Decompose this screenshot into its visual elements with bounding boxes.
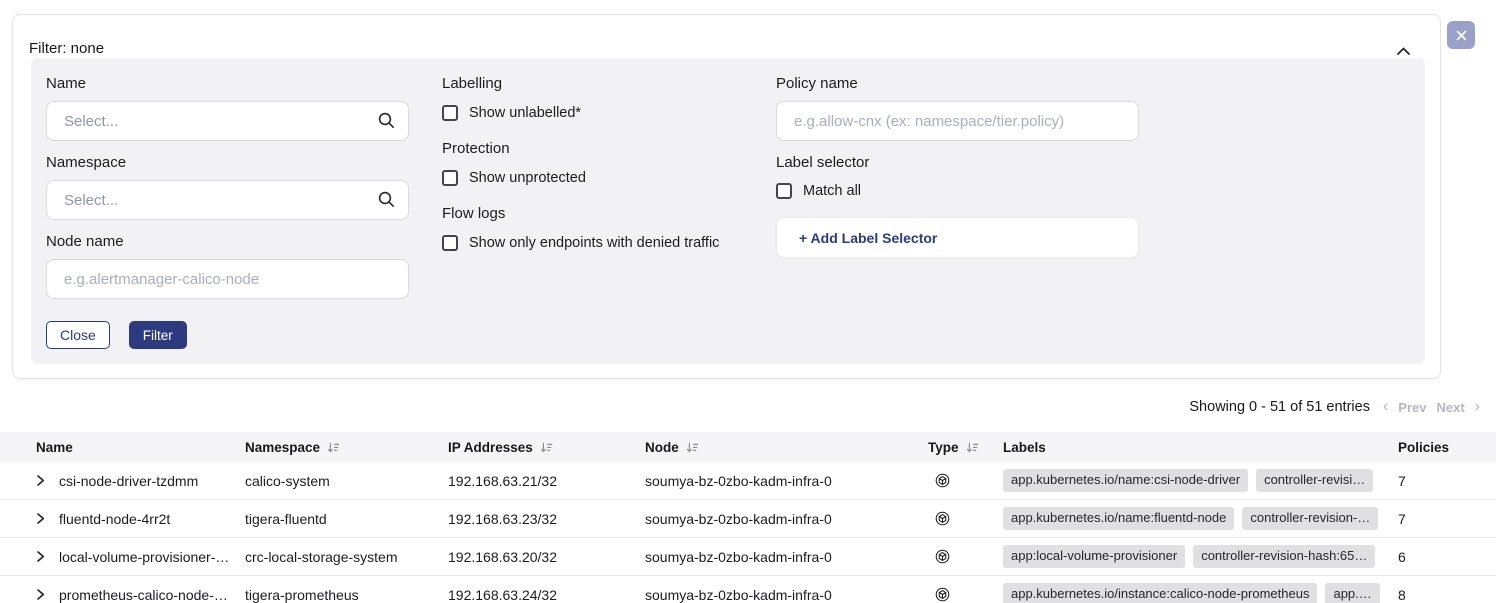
node-name-input[interactable]	[46, 259, 409, 299]
endpoint-namespace: crc-local-storage-system	[245, 549, 448, 565]
endpoint-policies-count: 6	[1388, 549, 1496, 565]
prev-page-button[interactable]: Prev	[1398, 400, 1426, 415]
namespace-field-label: Namespace	[46, 154, 409, 174]
endpoint-node: soumya-bz-0zbo-kadm-infra-0	[645, 473, 928, 489]
filter-panel: Filter: none Name Namespace	[12, 14, 1441, 379]
prev-chevron-icon: ‹	[1383, 399, 1388, 415]
column-header-labels: Labels	[1003, 440, 1388, 455]
endpoint-name: local-volume-provisioner-…	[59, 549, 229, 565]
column-header-type[interactable]: Type	[928, 440, 1003, 455]
table-header-row: Name Namespace IP Addresses Node Type La…	[0, 432, 1496, 462]
chevron-right-icon	[36, 550, 45, 563]
endpoint-node: soumya-bz-0zbo-kadm-infra-0	[645, 511, 928, 527]
label-chip: app.kubernetes.io/instance:calico-node-p…	[1003, 583, 1317, 603]
show-unprotected-checkbox[interactable]	[442, 170, 458, 186]
pod-type-icon	[935, 587, 950, 602]
endpoint-name: prometheus-calico-node-…	[59, 587, 228, 603]
search-icon	[377, 190, 396, 209]
expand-row-button[interactable]	[36, 550, 50, 564]
endpoint-ip: 192.168.63.21/32	[448, 473, 645, 489]
chevron-right-icon	[36, 512, 45, 525]
next-page-button[interactable]: Next	[1436, 400, 1464, 415]
endpoint-namespace: tigera-prometheus	[245, 587, 448, 603]
chevron-up-icon	[1396, 46, 1418, 56]
namespace-select-input[interactable]	[46, 180, 409, 220]
add-label-selector-button[interactable]: + Add Label Selector	[776, 217, 1139, 258]
filter-button[interactable]: Filter	[129, 321, 187, 349]
policy-name-input[interactable]	[776, 101, 1139, 141]
sort-icon	[540, 441, 553, 454]
filter-form: Name Namespace Node name	[31, 58, 1425, 364]
label-chip: controller-revisi…	[1256, 469, 1373, 492]
pod-type-icon	[935, 473, 950, 488]
denied-traffic-label: Show only endpoints with denied traffic	[469, 235, 719, 251]
endpoint-node: soumya-bz-0zbo-kadm-infra-0	[645, 549, 928, 565]
endpoint-namespace: tigera-fluentd	[245, 511, 448, 527]
column-header-policies: Policies	[1388, 440, 1496, 455]
table-row: csi-node-driver-tzdmm calico-system 192.…	[0, 462, 1496, 500]
label-chip: app:local-volume-provisioner	[1003, 545, 1185, 568]
endpoint-ip: 192.168.63.23/32	[448, 511, 645, 527]
endpoint-name: csi-node-driver-tzdmm	[59, 473, 198, 489]
close-button[interactable]: Close	[46, 321, 110, 349]
expand-row-button[interactable]	[36, 474, 50, 488]
endpoint-namespace: calico-system	[245, 473, 448, 489]
protection-section-label: Protection	[442, 140, 787, 160]
show-unprotected-label: Show unprotected	[469, 170, 586, 186]
show-unlabelled-label: Show unlabelled*	[469, 105, 581, 121]
policy-name-field-label: Policy name	[776, 75, 1139, 95]
node-name-field-label: Node name	[46, 233, 409, 253]
column-header-namespace[interactable]: Namespace	[245, 440, 448, 455]
endpoints-page: Filter: none Name Namespace	[0, 0, 1496, 603]
label-chip: app.…	[1325, 583, 1379, 603]
filter-panel-title: Filter: none	[29, 40, 104, 57]
endpoint-policies-count: 8	[1388, 587, 1496, 603]
endpoint-ip: 192.168.63.24/32	[448, 587, 645, 603]
sort-icon	[686, 441, 699, 454]
label-chip: controller-revision-…	[1242, 507, 1378, 530]
label-chip: app.kubernetes.io/name:fluentd-node	[1003, 507, 1234, 530]
table-row: fluentd-node-4rr2t tigera-fluentd 192.16…	[0, 500, 1496, 538]
pod-type-icon	[935, 511, 950, 526]
entries-count-text: Showing 0 - 51 of 51 entries	[1189, 399, 1370, 415]
endpoint-name: fluentd-node-4rr2t	[59, 511, 170, 527]
table-row: local-volume-provisioner-… crc-local-sto…	[0, 538, 1496, 576]
expand-row-button[interactable]	[36, 512, 50, 526]
endpoint-policies-count: 7	[1388, 473, 1496, 489]
label-selector-section-label: Label selector	[776, 154, 1139, 174]
sort-icon	[966, 441, 979, 454]
sort-icon	[327, 441, 340, 454]
search-icon	[377, 111, 396, 130]
label-chip: app.kubernetes.io/name:csi-node-driver	[1003, 469, 1248, 492]
flow-logs-section-label: Flow logs	[442, 205, 787, 225]
denied-traffic-checkbox[interactable]	[442, 235, 458, 251]
label-chip: controller-revision-hash:65…	[1193, 545, 1375, 568]
close-icon	[1456, 30, 1467, 41]
pod-type-icon	[935, 549, 950, 564]
column-header-name: Name	[0, 440, 245, 455]
column-header-ip-addresses[interactable]: IP Addresses	[448, 440, 645, 455]
endpoint-policies-count: 7	[1388, 511, 1496, 527]
name-select-input[interactable]	[46, 101, 409, 141]
column-header-node[interactable]: Node	[645, 440, 928, 455]
chevron-right-icon	[36, 588, 45, 601]
next-chevron-icon: ›	[1475, 399, 1480, 415]
chevron-right-icon	[36, 474, 45, 487]
match-all-checkbox[interactable]	[776, 183, 792, 199]
endpoint-node: soumya-bz-0zbo-kadm-infra-0	[645, 587, 928, 603]
endpoint-ip: 192.168.63.20/32	[448, 549, 645, 565]
endpoints-table: Name Namespace IP Addresses Node Type La…	[0, 432, 1496, 603]
show-unlabelled-checkbox[interactable]	[442, 105, 458, 121]
dismiss-button[interactable]	[1447, 21, 1475, 49]
name-field-label: Name	[46, 75, 409, 95]
labelling-section-label: Labelling	[442, 75, 787, 95]
match-all-label: Match all	[803, 183, 861, 199]
table-row: prometheus-calico-node-… tigera-promethe…	[0, 576, 1496, 603]
pagination: Showing 0 - 51 of 51 entries ‹ Prev Next…	[1189, 397, 1480, 417]
expand-row-button[interactable]	[36, 588, 50, 602]
